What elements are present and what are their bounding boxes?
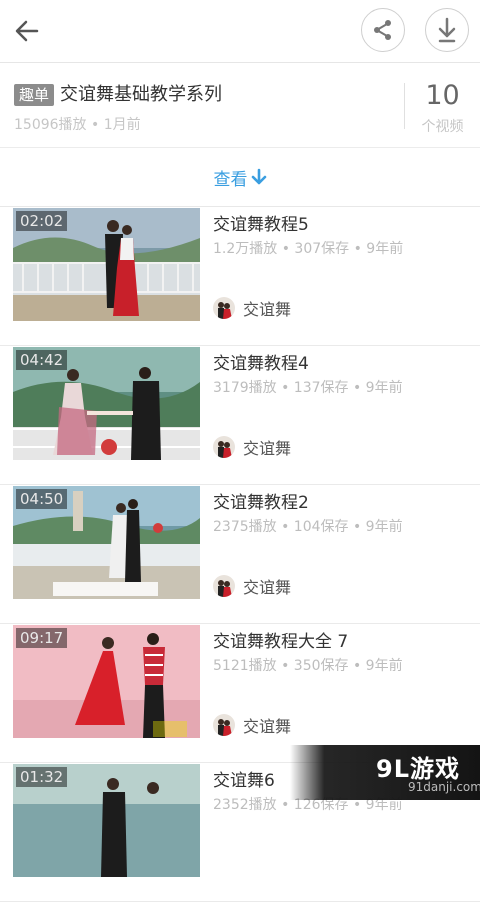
avatar (213, 714, 235, 736)
avatar (213, 297, 235, 319)
video-thumbnail[interactable]: 04:42 (13, 347, 200, 460)
video-thumbnail[interactable]: 04:50 (13, 486, 200, 599)
video-meta: 5121播放 • 350保存 • 9年前 (213, 658, 403, 674)
top-bar (0, 0, 480, 63)
view-more-button[interactable]: 查看 (0, 148, 480, 207)
video-duration: 04:50 (16, 489, 68, 509)
video-title[interactable]: 交谊舞教程2 (213, 488, 309, 513)
playlist-meta: 15096播放 • 1月前 (14, 117, 141, 133)
video-title[interactable]: 交谊舞教程5 (213, 210, 309, 235)
avatar (213, 575, 235, 597)
video-thumbnail[interactable]: 09:17 (13, 625, 200, 738)
video-duration: 09:17 (16, 628, 68, 648)
playlist-badge: 趣单 (14, 84, 55, 106)
video-meta: 3179播放 • 137保存 • 9年前 (213, 380, 403, 396)
video-item[interactable]: 04:50 交谊舞教程2 2375播放 • 104保存 • 9年前 交谊舞 (0, 485, 480, 624)
uploader[interactable]: 交谊舞 (213, 435, 291, 459)
arrow-left-icon (15, 20, 39, 42)
video-count: 10 (425, 80, 460, 111)
download-button[interactable] (425, 8, 469, 52)
back-button[interactable] (10, 14, 44, 48)
video-meta: 1.2万播放 • 307保存 • 9年前 (213, 241, 404, 257)
uploader[interactable]: 交谊舞 (213, 713, 291, 737)
playlist-info: 趣单 交谊舞基础教学系列 15096播放 • 1月前 10 个视频 (0, 63, 480, 148)
video-title[interactable]: 交谊舞教程大全 7 (213, 627, 348, 652)
video-duration: 04:42 (16, 350, 68, 370)
video-item[interactable]: 02:02 交谊舞教程5 1.2万播放 • 307保存 • 9年前 交谊舞 (0, 207, 480, 346)
uploader-name: 交谊舞 (243, 717, 292, 736)
video-thumbnail[interactable]: 02:02 (13, 208, 200, 321)
watermark-sub: 91danji.com (408, 780, 480, 794)
video-title[interactable]: 交谊舞教程4 (213, 349, 309, 374)
video-title[interactable]: 交谊舞6 (213, 766, 275, 791)
uploader[interactable]: 交谊舞 (213, 574, 291, 598)
video-item[interactable]: 04:42 交谊舞教程4 3179播放 • 137保存 • 9年前 交谊舞 (0, 346, 480, 485)
share-icon (374, 20, 391, 40)
video-item[interactable]: 09:17 交谊舞教程大全 7 5121播放 • 350保存 • 9年前 交谊舞 (0, 624, 480, 763)
download-icon (438, 17, 456, 43)
uploader-name: 交谊舞 (243, 300, 292, 319)
video-duration: 01:32 (16, 767, 68, 787)
video-meta: 2375播放 • 104保存 • 9年前 (213, 519, 403, 535)
video-thumbnail[interactable]: 01:32 (13, 764, 200, 877)
share-button[interactable] (361, 8, 405, 52)
uploader-name: 交谊舞 (243, 439, 292, 458)
video-count-label: 个视频 (421, 119, 464, 135)
avatar (213, 436, 235, 458)
view-more-label: 查看 (213, 169, 248, 190)
uploader[interactable]: 交谊舞 (213, 296, 291, 320)
watermark-logo: 9L游戏 91danji.com (290, 745, 480, 800)
uploader-name: 交谊舞 (243, 578, 292, 597)
video-duration: 02:02 (16, 211, 68, 231)
arrow-down-icon (251, 168, 266, 185)
playlist-title: 交谊舞基础教学系列 (60, 84, 222, 105)
watermark-main: 9L游戏 (376, 755, 460, 783)
